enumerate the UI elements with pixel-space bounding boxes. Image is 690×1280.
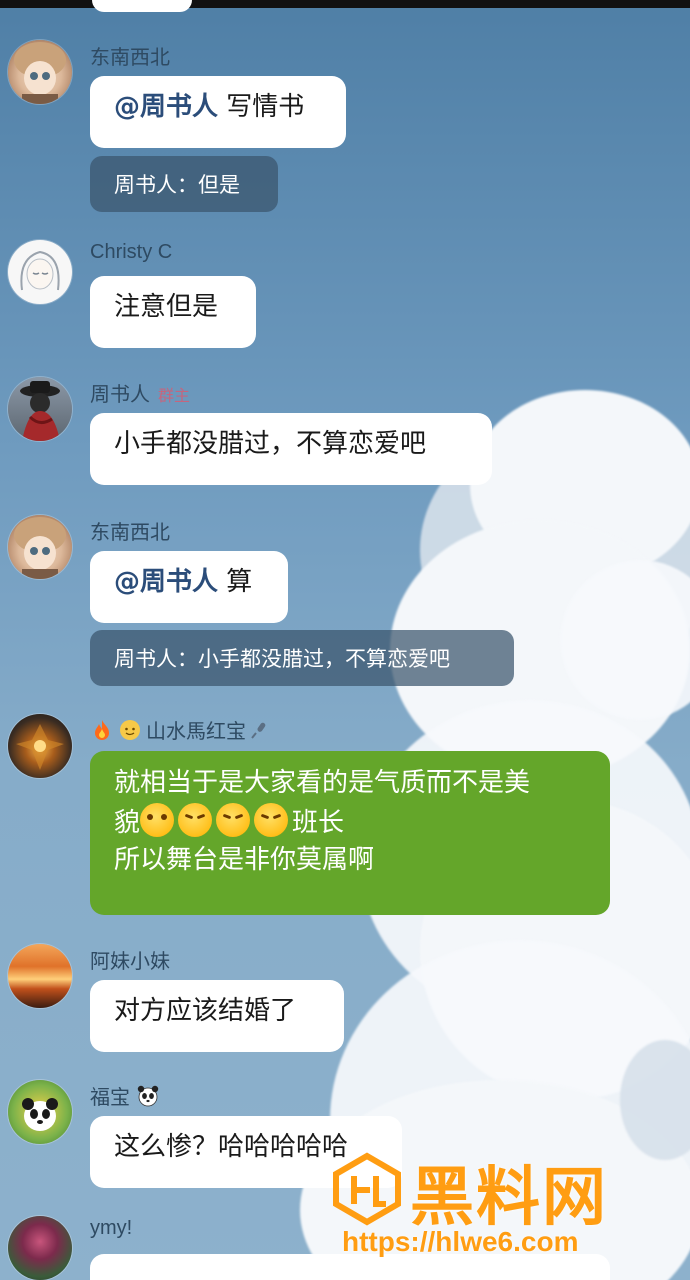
chat-bubble-partial: [92, 0, 192, 12]
user-avatar[interactable]: [8, 240, 72, 304]
user-avatar[interactable]: [8, 714, 72, 778]
sun-emoji-icon: [120, 719, 140, 740]
microphone-icon: [251, 722, 266, 739]
message-text: 小手都没腊过，不算恋爱吧: [114, 429, 427, 459]
mention-link[interactable]: @周书人: [114, 92, 218, 122]
message-text: 班长: [292, 807, 345, 838]
watermark-text: 黑料网: [410, 1161, 608, 1235]
user-avatar[interactable]: [8, 377, 72, 441]
sender-name: ymy!: [90, 1217, 133, 1239]
sender-name-row: 福宝: [90, 1081, 160, 1110]
message-text: 算: [226, 567, 253, 597]
message-text: 对方应该结婚了: [114, 996, 297, 1026]
message-text: 这么惨？哈哈哈哈哈: [114, 1132, 349, 1162]
sender-name: 东南西北: [90, 522, 170, 544]
watermark-logo-icon: [333, 1152, 401, 1226]
message-text: 写情书: [226, 92, 305, 122]
mention-link[interactable]: @周书人: [114, 567, 218, 597]
sender-name-row: 山水馬红宝: [90, 715, 270, 744]
site-watermark: 黑料网 https://hlwe6.com: [330, 1148, 670, 1258]
group-owner-badge: 群主: [158, 388, 191, 405]
sender-name: 周书人 群主: [90, 378, 190, 407]
message-line: 所以舞台是非你莫属啊: [114, 845, 375, 876]
sender-name-text: 周书人: [90, 384, 150, 406]
angry-emoji: [216, 802, 251, 837]
chat-bubble[interactable]: 注意但是: [90, 276, 256, 348]
message-text: 貌: [114, 807, 141, 838]
angry-emoji: [178, 802, 213, 837]
user-avatar[interactable]: [8, 1080, 72, 1144]
fire-icon: [95, 719, 109, 740]
message-line: 就相当于是大家看的是气质而不是美: [114, 768, 531, 798]
message-text: 注意但是: [114, 292, 219, 322]
quoted-reply[interactable]: 周书人：小手都没腊过，不算恋爱吧: [90, 630, 514, 686]
message-line-with-emojis: 貌 班长: [114, 802, 586, 843]
chat-bubble[interactable]: @周书人 写情书: [90, 76, 346, 148]
sender-name-text: 福宝: [90, 1087, 130, 1109]
chat-bubble[interactable]: 小手都没腊过，不算恋爱吧: [90, 413, 492, 485]
user-avatar[interactable]: [8, 40, 72, 104]
user-avatar[interactable]: [8, 1216, 72, 1280]
quoted-reply[interactable]: 周书人：但是: [90, 156, 278, 212]
sender-name-text: 山水馬红宝: [146, 721, 246, 743]
sender-name: 阿妹小妹: [90, 951, 170, 973]
user-avatar[interactable]: [8, 944, 72, 1008]
user-avatar[interactable]: [8, 515, 72, 579]
chat-bubble-highlight[interactable]: 就相当于是大家看的是气质而不是美 貌 班长 所以舞台是非你莫属啊: [90, 751, 610, 915]
chat-bubble[interactable]: @周书人 算: [90, 551, 288, 623]
sender-name: 东南西北: [90, 47, 170, 69]
angry-emoji: [254, 802, 289, 837]
chat-bubble[interactable]: 对方应该结婚了: [90, 980, 344, 1052]
watermark-url: https://hlwe6.com: [342, 1226, 579, 1257]
panda-icon: [137, 1085, 159, 1106]
sender-name: Christy C: [90, 241, 173, 263]
grin-emoji: [140, 802, 175, 837]
